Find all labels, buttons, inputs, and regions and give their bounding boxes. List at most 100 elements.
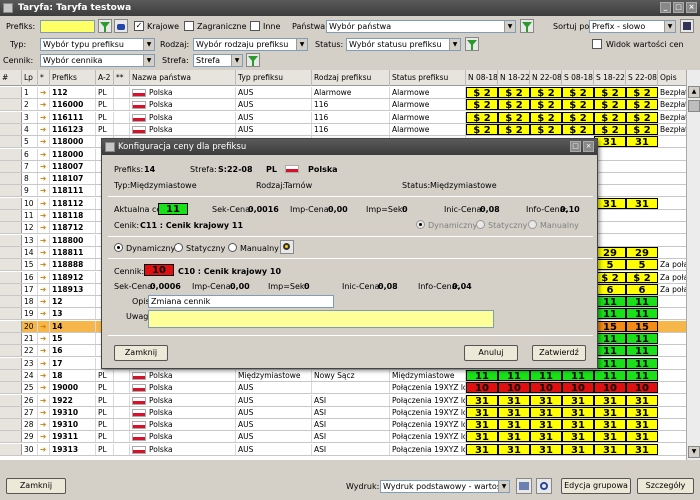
price-cell[interactable]: 31	[626, 419, 658, 431]
vertical-scrollbar[interactable]: ▲ ▼	[686, 70, 700, 460]
price-cell[interactable]: 11	[626, 333, 658, 345]
price-cell[interactable]: $ 2	[562, 99, 594, 111]
price-cell[interactable]: 31	[562, 431, 594, 443]
price-cell[interactable]: 11	[626, 357, 658, 370]
price-cell[interactable]: 31	[562, 406, 594, 419]
dialog-zatwierdz-button[interactable]: Zatwierdź	[532, 345, 586, 361]
col-nazwa[interactable]: Nazwa państwa	[130, 70, 236, 86]
status-select[interactable]: Wybór statusu prefiksu ▼	[346, 38, 461, 51]
uwagi-textarea[interactable]	[148, 310, 494, 328]
table-row[interactable]: 26➔1922PL Polska AUSASIPołączenia 19XYZ lo…	[0, 394, 686, 407]
price-cell[interactable]: $ 2	[530, 123, 562, 136]
price-cell[interactable]: 31	[626, 394, 658, 407]
price-cell[interactable]: 10	[594, 382, 626, 394]
dialog-anuluj-button[interactable]: Anuluj	[464, 345, 518, 361]
table-row[interactable]: 1 ➔ 112 PL Polska AUS Alarmowe Alarmowe $ 2 $ 2 $ …	[0, 87, 686, 99]
price-cell[interactable]: 31	[530, 394, 562, 407]
price-cell[interactable]: 10	[498, 382, 530, 394]
price-cell[interactable]: 11	[626, 345, 658, 357]
table-row[interactable]: 3 ➔ 116111 PL Polska AUS 116 Alarmowe $ 2 $ 2 $ 2 $…	[0, 111, 686, 124]
price-cell[interactable]: 5	[626, 259, 658, 271]
prefix-input[interactable]	[40, 20, 95, 33]
col-n0818[interactable]: N 08-18	[466, 70, 498, 86]
sort-select[interactable]: Prefix - słowo ▼	[589, 20, 676, 33]
col-s1822[interactable]: S 18-22	[594, 70, 626, 86]
price-cell[interactable]: $ 2	[466, 123, 498, 136]
price-cell[interactable]: 11	[594, 308, 626, 320]
price-cell[interactable]: 31	[498, 443, 530, 456]
price-cell[interactable]: 11	[466, 369, 498, 382]
inne-checkbox[interactable]	[250, 21, 260, 31]
rodzaj-select[interactable]: Wybór rodzaju prefiksu ▼	[193, 38, 308, 51]
price-cell[interactable]: $ 2	[466, 99, 498, 111]
table-row[interactable]: 27 ➔ 19310 PL Polska AUS ASI Połączenia 19XYZ l…	[0, 406, 686, 419]
price-cell[interactable]: 31	[498, 431, 530, 443]
col-star[interactable]: *	[38, 70, 50, 86]
price-cell[interactable]: 31	[594, 197, 626, 210]
col-rodzaj[interactable]: Rodzaj prefiksu	[312, 70, 390, 86]
print-icon[interactable]	[516, 478, 532, 494]
minimize-button[interactable]: _	[660, 2, 671, 13]
price-cell[interactable]: $ 2	[626, 87, 658, 99]
edycja-grupowa-button[interactable]: Edycja grupowa	[561, 478, 631, 494]
typ-select[interactable]: Wybór typu prefiksu ▼	[40, 38, 155, 51]
price-cell[interactable]: 11	[594, 333, 626, 345]
panstwa-select[interactable]: Wybór państwa ▼	[326, 20, 516, 33]
table-row[interactable]: 25➔19000PL Polska AUS Połączenia 19XYZ loka…	[0, 382, 686, 395]
scroll-down-icon[interactable]: ▼	[688, 446, 700, 458]
price-cell[interactable]: 6	[594, 283, 626, 296]
scroll-up-icon[interactable]: ▲	[688, 86, 700, 98]
price-cell[interactable]: 31	[626, 197, 658, 210]
price-cell[interactable]: 31	[498, 406, 530, 419]
price-cell[interactable]: 31	[530, 406, 562, 419]
dialog-close-button[interactable]: ×	[583, 141, 594, 152]
price-cell[interactable]: 11	[530, 369, 562, 382]
zamknij-button[interactable]: Zamknij	[6, 478, 66, 494]
col-typ[interactable]: Typ prefiksu	[236, 70, 312, 86]
dialog-restore-button[interactable]: □	[570, 141, 581, 152]
price-cell[interactable]: 31	[594, 394, 626, 407]
price-cell[interactable]: 15	[594, 320, 626, 333]
opis-input[interactable]: Zmiana cennik	[148, 295, 334, 308]
table-row[interactable]: 29 ➔ 19311 PL Polska AUS ASI Połączenia 19XYZ l…	[0, 431, 686, 444]
col-status[interactable]: Status prefiksu	[390, 70, 466, 86]
price-cell[interactable]: $ 2	[466, 87, 498, 99]
binoculars-icon[interactable]	[114, 19, 128, 33]
price-cell[interactable]: 31	[498, 419, 530, 431]
price-cell[interactable]: 11	[562, 369, 594, 382]
col-prefiks[interactable]: Prefiks	[50, 70, 96, 86]
price-cell[interactable]: $ 2	[594, 111, 626, 124]
price-cell[interactable]: $ 2	[498, 99, 530, 111]
price-cell[interactable]: 5	[594, 259, 626, 271]
col-s0818[interactable]: S 08-18	[562, 70, 594, 86]
price-cell[interactable]: 31	[562, 443, 594, 456]
price-cell[interactable]: $ 2	[530, 87, 562, 99]
price-cell[interactable]: 31	[530, 443, 562, 456]
price-cell[interactable]: 11	[594, 345, 626, 357]
price-cell[interactable]: 31	[498, 394, 530, 407]
col-n1822[interactable]: N 18-22	[498, 70, 530, 86]
price-cell[interactable]: 6	[626, 283, 658, 296]
funnel-icon[interactable]	[98, 19, 112, 33]
radio-dynamiczny[interactable]	[114, 243, 123, 252]
price-cell[interactable]: 31	[594, 443, 626, 456]
widok-checkbox[interactable]	[592, 39, 602, 49]
price-cell[interactable]: $ 2	[594, 87, 626, 99]
price-cell[interactable]: 11	[626, 369, 658, 382]
price-cell[interactable]: 31	[594, 419, 626, 431]
price-cell[interactable]: 10	[530, 382, 562, 394]
price-cell[interactable]: 10	[562, 382, 594, 394]
funnel-icon[interactable]	[465, 37, 479, 51]
col-lp[interactable]: Lp	[22, 70, 38, 86]
krajowe-checkbox[interactable]: ✓	[134, 21, 144, 31]
price-cell[interactable]: 29	[626, 246, 658, 259]
scroll-thumb[interactable]	[688, 100, 700, 112]
price-cell[interactable]: 31	[594, 136, 626, 148]
price-cell[interactable]: $ 2	[626, 99, 658, 111]
price-cell[interactable]: 31	[530, 419, 562, 431]
price-cell[interactable]: 31	[466, 419, 498, 431]
table-row[interactable]: 30 ➔ 19313 PL Polska AUS ASI Połączenia 19XYZ l…	[0, 443, 686, 456]
sort-direction-icon[interactable]	[680, 19, 694, 33]
wydruk-select[interactable]: Wydruk podstawowy - wartość ▼	[380, 480, 510, 493]
price-cell[interactable]: 11	[594, 357, 626, 370]
